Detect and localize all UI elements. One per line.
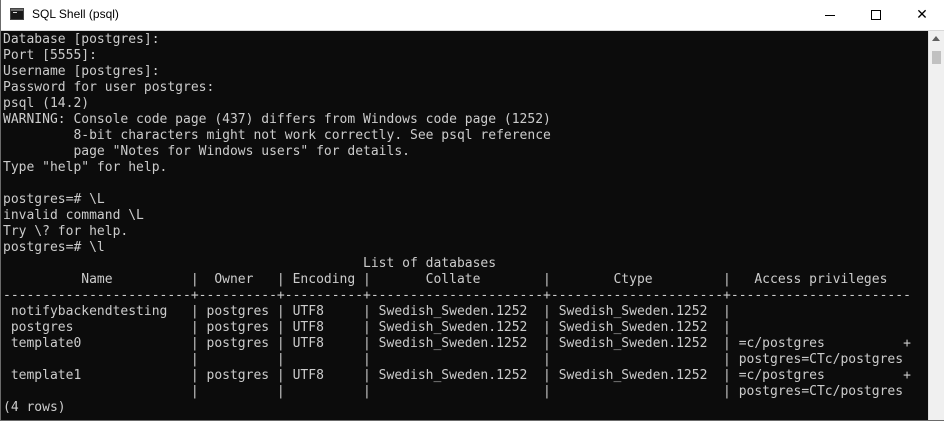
console-line: Name | Owner | Encoding | Collate | Ctyp…	[3, 272, 888, 287]
minimize-icon	[825, 15, 835, 16]
console-line: Type "help" for help.	[3, 160, 168, 175]
close-button[interactable]: ✕	[899, 0, 944, 31]
console-line: postgres=# \l	[3, 240, 105, 255]
console-line: template0 | postgres | UTF8 | Swedish_Sw…	[3, 336, 911, 351]
console-line: 8-bit characters might not work correctl…	[3, 128, 551, 143]
console-line: Port [5555]:	[3, 48, 97, 63]
console-line: notifybackendtesting | postgres | UTF8 |…	[3, 304, 731, 319]
title-bar[interactable]: SQL Shell (psql) ✕	[1, 0, 944, 31]
console-output[interactable]: Database [postgres]: Port [5555]: Username…	[1, 31, 928, 421]
console-line: List of databases	[3, 256, 497, 271]
console-line: psql (14.2)	[3, 96, 90, 111]
console-line: (4 rows)	[3, 400, 66, 415]
console-line: Password for user postgres:	[3, 80, 215, 95]
console-line: | | | | | postgres=CTc/postgres	[3, 384, 904, 399]
console-line: WARNING: Console code page (437) differs…	[3, 112, 551, 127]
maximize-icon	[871, 10, 881, 20]
console-lines: Database [postgres]: Port [5555]: Username…	[3, 32, 911, 416]
console-line: postgres=# \L	[3, 192, 105, 207]
chevron-up-icon[interactable]	[932, 36, 940, 41]
scrollbar-thumb[interactable]	[932, 51, 941, 64]
console-line: Username [postgres]:	[3, 64, 160, 79]
console-line: Database [postgres]:	[3, 32, 160, 47]
window-title: SQL Shell (psql)	[32, 7, 119, 21]
console-line: template1 | postgres | UTF8 | Swedish_Sw…	[3, 368, 911, 383]
terminal-icon	[10, 8, 24, 20]
console-line: | | | | | postgres=CTc/postgres	[3, 352, 904, 367]
close-icon: ✕	[916, 7, 928, 23]
console-line: postgres | postgres | UTF8 | Swedish_Swe…	[3, 320, 731, 335]
console-line: ------------------------+----------+----…	[3, 288, 911, 303]
maximize-button[interactable]	[853, 0, 899, 31]
console-line: page "Notes for Windows users" for detai…	[3, 144, 410, 159]
console-line: invalid command \L	[3, 208, 144, 223]
vertical-scrollbar[interactable]	[928, 31, 944, 420]
sql-shell-window: SQL Shell (psql) ✕ Database [postgres]: P…	[0, 0, 944, 421]
console-line: Try \? for help.	[3, 224, 129, 239]
minimize-button[interactable]	[807, 0, 853, 31]
